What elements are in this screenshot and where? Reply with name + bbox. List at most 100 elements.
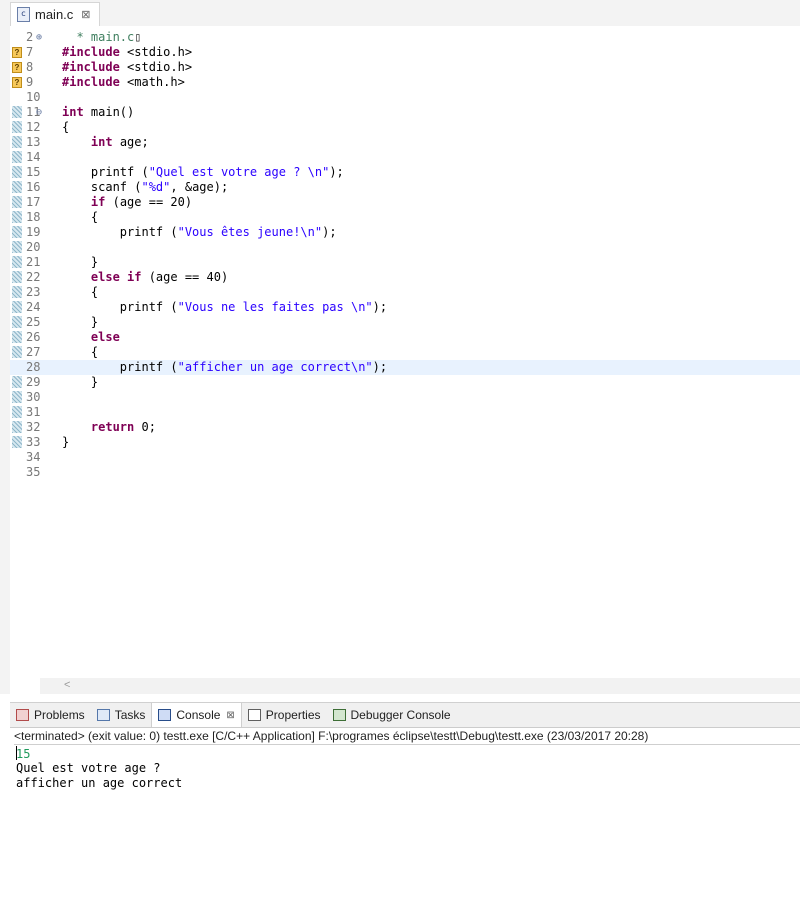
code-line[interactable]: 23 { (10, 285, 800, 300)
line-number: 24 (26, 300, 41, 314)
scroll-left-icon[interactable]: < (64, 679, 70, 691)
code-line[interactable]: 32 return 0; (10, 420, 800, 435)
code-line[interactable]: 28 printf ("afficher un age correct\n"); (10, 360, 800, 375)
line-number: 27 (26, 345, 41, 359)
close-icon[interactable]: ⊠ (226, 710, 234, 721)
views-tab-bar: Problems Tasks Console ⊠ Properties Debugger … (10, 702, 800, 728)
line-number: 17 (26, 195, 41, 209)
line-number: 25 (26, 315, 41, 329)
code-text: } (62, 435, 70, 449)
code-line[interactable]: 7 #include <stdio.h> (10, 45, 800, 60)
tab-console[interactable]: Console ⊠ (151, 703, 242, 727)
code-line[interactable]: 26 else (10, 330, 800, 345)
tab-properties[interactable]: Properties (242, 703, 327, 727)
code-line[interactable]: 9 #include <math.h> (10, 75, 800, 90)
horizontal-scrollbar[interactable]: < (40, 678, 800, 694)
debugger-icon (332, 709, 346, 721)
code-line[interactable]: 16 scanf ("%d", &age); (10, 180, 800, 195)
line-number: 16 (26, 180, 41, 194)
collapsed-block-icon: ▯ (134, 30, 142, 44)
editor-tab-main-c[interactable]: c main.c ⊠ (10, 2, 100, 26)
code-line[interactable]: 27 { (10, 345, 800, 360)
code-line[interactable]: 2 ⊕ * main.c▯ (10, 30, 800, 45)
line-number: 10 (26, 90, 41, 104)
code-text: else (90, 330, 120, 344)
line-number: 14 (26, 150, 41, 164)
line-number: 29 (26, 375, 41, 389)
line-number: 26 (26, 330, 41, 344)
code-text: } (62, 315, 99, 329)
tab-problems[interactable]: Problems (10, 703, 91, 727)
code-text: #include <math.h> (62, 75, 185, 89)
code-line[interactable]: 17 if (age == 20) (10, 195, 800, 210)
code-text: return 0; (90, 420, 156, 434)
code-line[interactable]: 35 (10, 465, 800, 480)
code-line[interactable]: 29 } (10, 375, 800, 390)
console-output-line: Quel est votre age ? (16, 761, 161, 775)
code-line[interactable]: 34 (10, 450, 800, 465)
line-number: 12 (26, 120, 41, 134)
tab-debugger-console[interactable]: Debugger Console (327, 703, 457, 727)
code-line[interactable]: 20 (10, 240, 800, 255)
code-line[interactable]: 14 (10, 150, 800, 165)
code-text: printf ("Vous êtes jeune!\n"); (62, 225, 337, 239)
code-text: } (62, 375, 99, 389)
code-line[interactable]: 22 else if (age == 40) (10, 270, 800, 285)
code-line[interactable]: 25 } (10, 315, 800, 330)
code-text: { (62, 345, 99, 359)
problems-icon (16, 709, 29, 721)
code-text: * main.c▯ (62, 30, 142, 44)
code-line[interactable]: 13 int age; (10, 135, 800, 150)
line-number: 33 (26, 435, 41, 449)
code-line[interactable]: 10 (10, 90, 800, 105)
console-output-line: afficher un age correct (16, 776, 183, 790)
code-line[interactable]: 12 { (10, 120, 800, 135)
line-number: 9 (26, 75, 34, 89)
code-text: { (62, 210, 99, 224)
close-icon[interactable]: ⊠ (81, 8, 90, 21)
line-number: 7 (26, 45, 34, 59)
code-editor[interactable]: ??? 2 ⊕ * main.c▯ 7 #include <stdio.h> 8 #inc… (0, 26, 800, 694)
console-status: <terminated> (exit value: 0) testt.exe [… (14, 728, 800, 745)
code-line[interactable]: 19 printf ("Vous êtes jeune!\n"); (10, 225, 800, 240)
code-line[interactable]: 21 } (10, 255, 800, 270)
tab-label: Properties (265, 708, 321, 722)
line-number: 32 (26, 420, 41, 434)
tab-label: Console (176, 708, 221, 722)
code-line[interactable]: 8 #include <stdio.h> (10, 60, 800, 75)
code-text: int age; (90, 135, 149, 149)
line-number: 8 (26, 60, 34, 74)
code-text: if (age == 20) (90, 195, 193, 209)
line-number: 30 (26, 390, 41, 404)
line-number: 31 (26, 405, 41, 419)
console-input-line: 15 (16, 746, 30, 762)
console-input-text: 15 (16, 747, 31, 761)
code-line[interactable]: 15 printf ("Quel est votre age ? \n"); (10, 165, 800, 180)
collapse-fold-icon[interactable]: ⊖ (36, 105, 42, 120)
line-number: 34 (26, 450, 41, 464)
code-text: printf ("afficher un age correct\n"); (62, 360, 388, 374)
tab-tasks[interactable]: Tasks (91, 703, 152, 727)
code-line[interactable]: 11 ⊖ int main() (10, 105, 800, 120)
console-view[interactable]: <terminated> (exit value: 0) testt.exe [… (10, 728, 800, 916)
line-number: 13 (26, 135, 41, 149)
tab-label: Problems (34, 708, 85, 722)
code-text: else if (age == 40) (90, 270, 229, 284)
code-line[interactable]: 24 printf ("Vous ne les faites pas \n"); (10, 300, 800, 315)
line-number: 19 (26, 225, 41, 239)
expand-fold-icon[interactable]: ⊕ (36, 30, 42, 45)
code-line[interactable]: 31 (10, 405, 800, 420)
line-number: 20 (26, 240, 41, 254)
line-number: 22 (26, 270, 41, 284)
tasks-icon (96, 709, 110, 721)
code-text: } (62, 255, 99, 269)
line-number: 18 (26, 210, 41, 224)
code-line[interactable]: 18 { (10, 210, 800, 225)
code-text: printf ("Quel est votre age ? \n"); (62, 165, 344, 179)
code-text: #include <stdio.h> (62, 60, 193, 74)
editor-tab-bar: c main.c ⊠ (0, 0, 800, 27)
line-number: 21 (26, 255, 41, 269)
code-line[interactable]: 30 (10, 390, 800, 405)
c-file-icon: c (17, 7, 30, 22)
code-line[interactable]: 33} (10, 435, 800, 450)
